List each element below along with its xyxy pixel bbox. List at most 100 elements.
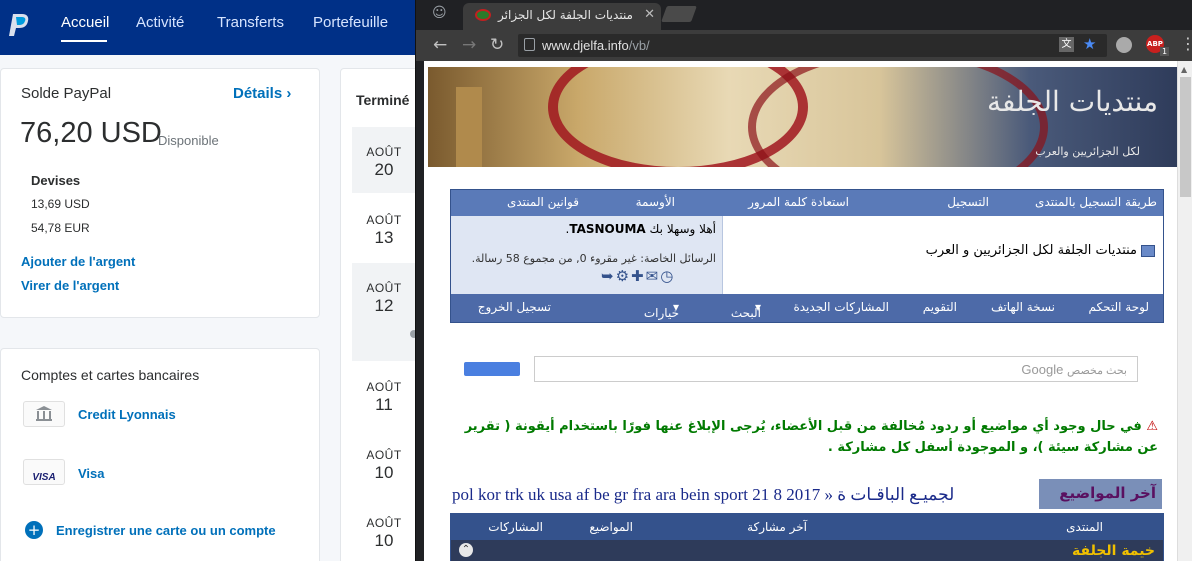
forum-list-header: المنتدى آخر مشاركة المواضيع المشاركات: [451, 514, 1163, 540]
url-text[interactable]: www.djelfa.info/vb/: [542, 38, 650, 53]
google-search-button[interactable]: [464, 362, 520, 376]
nav-activite[interactable]: Activité: [136, 14, 184, 31]
activity-day: 12: [374, 296, 394, 315]
extension-icon[interactable]: [1116, 37, 1132, 53]
link-recover-password[interactable]: استعادة كلمة المرور: [748, 195, 849, 209]
nav-portefeuille[interactable]: Portefeuille: [313, 14, 388, 31]
balance-title: Solde PayPal: [21, 85, 112, 102]
section-label[interactable]: خيمة الجلفة: [1072, 543, 1155, 559]
welcome-text: أهلا وسهلا بك TASNOUMA.: [565, 222, 716, 236]
scroll-up-icon[interactable]: ▲: [1181, 65, 1187, 74]
paypal-logo[interactable]: [8, 12, 30, 38]
minaret-image: [456, 87, 482, 167]
nav-mobile-version[interactable]: نسخة الهاتف: [991, 300, 1055, 314]
bank-icon: [23, 401, 65, 427]
add-user-icon[interactable]: ✚: [631, 267, 646, 285]
visa-badge: VISA: [32, 472, 56, 483]
clock-icon[interactable]: ◷: [660, 267, 675, 285]
nav-logout[interactable]: تسجيل الخروج: [478, 300, 551, 314]
private-messages[interactable]: الرسائل الخاصة: غير مقروء 0, من مجموع 58…: [472, 252, 716, 265]
chevron-right-icon: ›: [286, 85, 292, 102]
forward-icon[interactable]: →: [462, 35, 476, 55]
username[interactable]: TASNOUMA: [569, 222, 645, 236]
balance-card: Solde PayPal Détails › 76,20 USD Disponi…: [0, 68, 320, 318]
transfer-money-link[interactable]: Virer de l'argent: [21, 278, 119, 293]
url-host: www.djelfa.info: [542, 38, 629, 53]
currencies-label: Devises: [31, 173, 81, 188]
site-title[interactable]: منتديات الجلفة لكل الجزائريين و العرب: [926, 243, 1137, 258]
browser-tab[interactable]: منتديات الجلفة لكل الجزائر ✕: [463, 3, 661, 30]
bookmark-star-icon[interactable]: ★: [1083, 35, 1096, 53]
activity-header: Terminé: [356, 92, 410, 108]
chat-icon[interactable]: ✉: [646, 267, 661, 285]
address-bar[interactable]: www.djelfa.info/vb/ 文 ★: [518, 34, 1107, 57]
link-registration-guide[interactable]: طريقة التسجيل بالمنتدى: [1035, 195, 1157, 209]
logout-icon[interactable]: ➥: [601, 267, 616, 285]
new-tab-button[interactable]: [661, 6, 697, 22]
activity-date[interactable]: AOÛT 11: [362, 380, 406, 415]
activity-date[interactable]: AOÛT 13: [362, 213, 406, 248]
col-forum: المنتدى: [1066, 520, 1103, 534]
account-credit-lyonnais[interactable]: Credit Lyonnais: [78, 407, 176, 422]
nav-transferts[interactable]: Transferts: [217, 14, 284, 31]
forum-folder-icon: [1141, 245, 1155, 257]
activity-date[interactable]: AOÛT 12: [362, 281, 406, 316]
details-label[interactable]: Détails: [233, 85, 282, 102]
google-search-input[interactable]: Google بحث مخصص: [534, 356, 1138, 382]
latest-topic-marquee[interactable]: pol kor trk uk usa af be gr fra ara bein…: [452, 485, 954, 505]
activity-month: AOÛT: [366, 380, 402, 394]
forum-section-row[interactable]: ⌃ خيمة الجلفة: [451, 540, 1163, 561]
account-visa[interactable]: Visa: [78, 466, 105, 481]
activity-date[interactable]: AOÛT 10: [362, 448, 406, 483]
register-card-link[interactable]: Enregistrer une carte ou un compte: [56, 523, 276, 538]
nav-control-panel[interactable]: لوحة التحكم: [1089, 300, 1150, 314]
add-circle-icon[interactable]: +: [25, 521, 43, 539]
paypal-header: Accueil Activité Transferts Portefeuille: [0, 0, 420, 55]
accounts-card: Comptes et cartes bancaires Credit Lyonn…: [0, 348, 320, 561]
nav-new-posts[interactable]: المشاركات الجديدة: [793, 300, 889, 314]
scrollbar-thumb[interactable]: [1180, 77, 1191, 197]
link-badges[interactable]: الأوسمة: [636, 195, 675, 209]
welcome-prefix: أهلا وسهلا بك: [649, 222, 716, 236]
browser-window: ☺ منتديات الجلفة لكل الجزائر ✕ ← → ↻ www…: [415, 0, 1192, 561]
google-label: Google: [1021, 362, 1064, 377]
activity-date[interactable]: AOÛT 20: [362, 145, 406, 180]
incognito-icon: ☺: [432, 5, 447, 21]
page-viewport: منتديات الجلفة لكل الجزائريين والعرب طري…: [424, 61, 1192, 561]
page-info-icon[interactable]: [524, 38, 535, 51]
accounts-title: Comptes et cartes bancaires: [21, 367, 200, 383]
browser-toolbar: ← → ↻ www.djelfa.info/vb/ 文 ★ ABP 1 ⋮: [416, 30, 1192, 61]
settings-icon[interactable]: ⚙: [616, 267, 631, 285]
tab-close-icon[interactable]: ✕: [644, 7, 655, 22]
menu-icon[interactable]: ⋮: [1180, 34, 1192, 53]
activity-day: 13: [374, 228, 394, 247]
back-icon[interactable]: ←: [433, 35, 447, 55]
nav-accueil[interactable]: Accueil: [61, 14, 109, 31]
details-link[interactable]: Détails ›: [233, 85, 291, 102]
activity-day: 20: [374, 160, 394, 179]
nav-quick-options[interactable]: خيارات سريعة ▾: [644, 300, 679, 334]
warning-icon: ⚠: [1146, 419, 1158, 434]
tab-title: منتديات الجلفة لكل الجزائر: [498, 8, 633, 22]
link-register[interactable]: التسجيل: [947, 195, 989, 209]
link-forum-rules[interactable]: قوانين المنتدى: [507, 195, 579, 209]
activity-month: AOÛT: [366, 516, 402, 530]
welcome-panel: أهلا وسهلا بك TASNOUMA. الرسائل الخاصة: …: [451, 216, 723, 294]
search-placeholder: بحث مخصص: [1066, 365, 1127, 377]
nav-quick-options-label: خيارات سريعة: [643, 306, 679, 334]
latest-topics-header: آخر المواضيع: [1039, 479, 1162, 509]
page-scrollbar[interactable]: ▲: [1177, 61, 1192, 561]
translate-icon[interactable]: 文: [1059, 37, 1074, 52]
forum-banner[interactable]: منتديات الجلفة لكل الجزائريين والعرب: [428, 67, 1180, 167]
add-money-link[interactable]: Ajouter de l'argent: [21, 254, 135, 269]
forum-header-table: طريقة التسجيل بالمنتدى التسجيل استعادة ك…: [450, 189, 1164, 334]
nav-search[interactable]: البحث ▾: [731, 300, 761, 320]
activity-month: AOÛT: [366, 145, 402, 159]
collapse-icon[interactable]: ⌃: [459, 543, 473, 557]
activity-day: 10: [374, 531, 394, 550]
nav-calendar[interactable]: التقويم: [923, 300, 957, 314]
forum-navbar: لوحة التحكم نسخة الهاتف التقويم المشاركا…: [451, 294, 1163, 334]
activity-day: 10: [374, 463, 394, 482]
activity-date[interactable]: AOÛT 10: [362, 516, 406, 551]
reload-icon[interactable]: ↻: [490, 35, 504, 55]
